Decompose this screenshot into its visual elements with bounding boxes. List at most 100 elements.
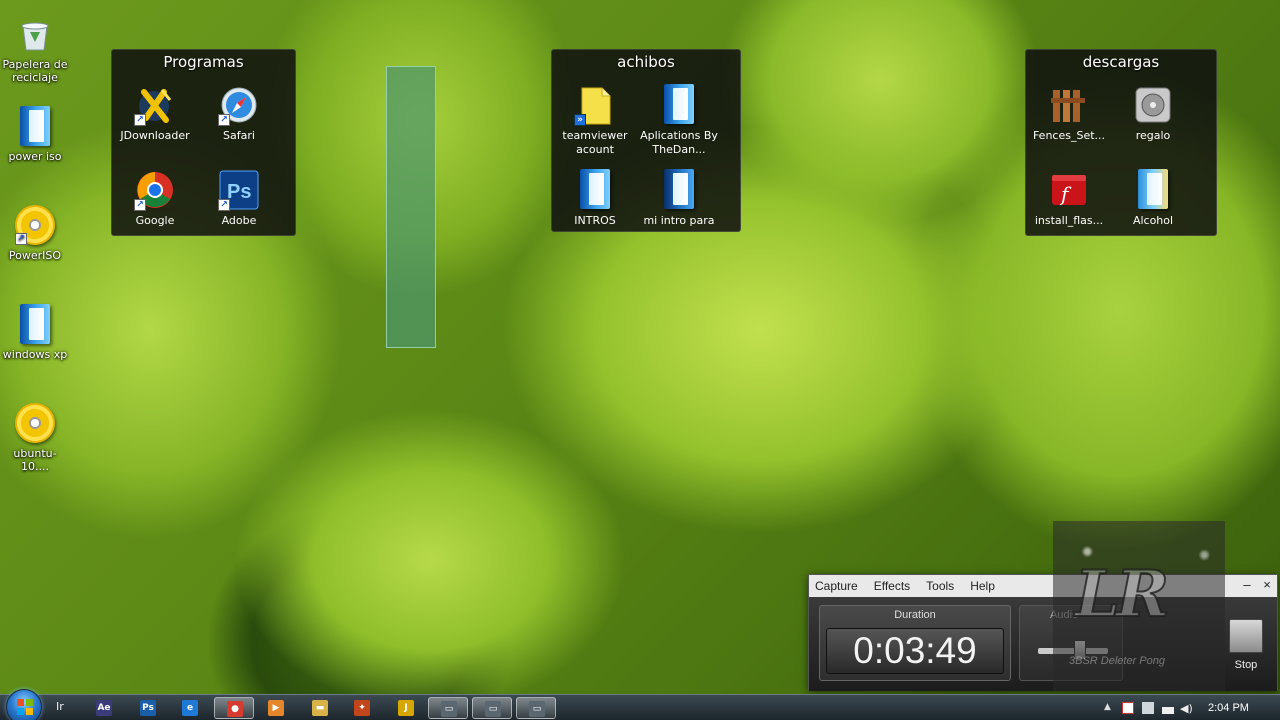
audio-label: Audio xyxy=(1050,609,1079,621)
fence-item-label: install_flas... xyxy=(1034,214,1104,227)
shortcut-arrow-icon: ↗ xyxy=(15,233,27,245)
fence-item-intros[interactable]: INTROS xyxy=(552,169,638,228)
fence-item-adobe[interactable]: Ps ↗ Adobe xyxy=(196,169,282,228)
desktop-icon-ubuntu[interactable]: ubuntu-10.... xyxy=(0,403,70,473)
folder-icon xyxy=(1132,169,1174,211)
clock[interactable]: 2:04 PM xyxy=(1208,702,1249,714)
fence-item-regalo[interactable]: regalo xyxy=(1110,84,1196,143)
minimize-button[interactable]: – xyxy=(1239,577,1255,593)
volume-icon[interactable]: ◀) xyxy=(1180,702,1193,715)
desktop-icon-label: ubuntu-10.... xyxy=(13,447,57,473)
menu-help[interactable]: Help xyxy=(970,579,995,593)
fence-descargas[interactable]: descargas Fences_Set... regalo f install… xyxy=(1025,49,1217,236)
chrome-icon: ↗ xyxy=(134,169,176,211)
desktop-icon-power-iso[interactable]: power iso xyxy=(0,106,70,163)
media-player-icon: ▶ xyxy=(268,700,284,716)
cd-icon xyxy=(15,403,55,443)
folder-icon xyxy=(658,169,700,211)
recycle-bin-icon xyxy=(15,14,55,54)
fence-item-install-flash[interactable]: f install_flas... xyxy=(1026,169,1112,228)
start-button[interactable] xyxy=(6,689,42,720)
svg-text:Ps: Ps xyxy=(227,181,251,203)
fence-title[interactable]: descargas xyxy=(1026,50,1216,76)
fence-title[interactable]: Programas xyxy=(112,50,295,76)
audio-panel: Audio xyxy=(1019,605,1123,681)
desktop-icon-label: power iso xyxy=(8,150,62,163)
fence-item-label: Aplications By TheDan... xyxy=(640,129,718,156)
desktop-icon-windows-xp[interactable]: windows xp xyxy=(0,304,70,361)
flag-icon[interactable] xyxy=(1122,702,1134,714)
menu-tools[interactable]: Tools xyxy=(926,579,954,593)
taskbar-button-window-3[interactable]: ▭ xyxy=(516,697,556,719)
folder-icon xyxy=(15,304,55,344)
fence-item-aplications[interactable]: Aplications By TheDan... xyxy=(636,84,722,157)
window-3-icon: ▭ xyxy=(529,701,545,717)
fence-item-fences-setup[interactable]: Fences_Set... xyxy=(1026,84,1112,143)
taskbar-button-jdownloader[interactable]: J xyxy=(386,697,426,719)
system-tray: ▲ ◀) 2:04 PM xyxy=(1100,695,1280,720)
cd-icon: ↗ xyxy=(15,205,55,245)
photoshop-icon: Ps xyxy=(140,700,156,716)
mail-icon[interactable] xyxy=(1142,702,1154,714)
fence-item-teamviewer[interactable]: » teamviewer acount xyxy=(552,84,638,157)
taskbar-search-text[interactable]: Ir xyxy=(56,700,64,713)
fence-item-mi-intro[interactable]: mi intro para xyxy=(636,169,722,228)
explorer-icon: ▬ xyxy=(312,700,328,716)
disk-image-icon xyxy=(1132,84,1174,126)
jdownloader-icon: ↗ xyxy=(134,84,176,126)
window-1-icon: ▭ xyxy=(441,701,457,717)
shortcut-arrow-icon: ↗ xyxy=(134,199,146,211)
after-effects-icon: Ae xyxy=(96,700,112,716)
fence-title[interactable]: achibos xyxy=(552,50,740,76)
stop-button[interactable] xyxy=(1229,619,1263,653)
fence-item-label: JDownloader xyxy=(120,129,190,142)
fence-programas[interactable]: Programas ↗ JDownloader ↗ Safari ↗ Googl… xyxy=(111,49,296,236)
window-2-icon: ▭ xyxy=(485,701,501,717)
file-icon: » xyxy=(574,84,616,126)
shortcut-arrow-icon: ↗ xyxy=(218,199,230,211)
fence-item-jdownloader[interactable]: ↗ JDownloader xyxy=(112,84,198,143)
fence-item-label: INTROS xyxy=(574,214,616,227)
menu-capture[interactable]: Capture xyxy=(815,579,858,593)
photoshop-icon: Ps ↗ xyxy=(218,169,260,211)
selection-rectangle xyxy=(386,66,436,348)
taskbar-button-window-2[interactable]: ▭ xyxy=(472,697,512,719)
desktop-icon-recycle-bin[interactable]: Papelera de reciclaje xyxy=(0,14,70,84)
desktop-icon-poweriso[interactable]: ↗ PowerISO xyxy=(0,205,70,262)
duration-panel: Duration 0:03:49 xyxy=(819,605,1011,681)
taskbar-button-after-effects[interactable]: Ae xyxy=(84,697,124,719)
fence-item-safari[interactable]: ↗ Safari xyxy=(196,84,282,143)
desktop-icon-label: PowerISO xyxy=(8,249,62,262)
chrome-icon: ● xyxy=(227,701,243,717)
chevron-up-icon[interactable]: ▲ xyxy=(1104,702,1116,714)
taskbar: Ir Ae Ps e ● ▶ ▬ ✦ J ▭ ▭ ▭ ▲ ◀) 2:04 PM xyxy=(0,689,1280,720)
safari-icon: ↗ xyxy=(218,84,260,126)
close-button[interactable]: × xyxy=(1259,577,1275,593)
fence-item-label: teamviewer acount xyxy=(562,129,628,156)
screen-recorder-window[interactable]: Capture Effects Tools Help – × Duration … xyxy=(808,574,1278,691)
taskbar-button-chrome[interactable]: ● xyxy=(214,697,254,719)
fence-item-google[interactable]: ↗ Google xyxy=(112,169,198,228)
folder-icon xyxy=(15,106,55,146)
fence-item-label: Google xyxy=(135,214,175,227)
stop-label[interactable]: Stop xyxy=(1223,659,1269,671)
shortcut-arrow-icon: ↗ xyxy=(134,114,146,126)
taskbar-button-photoshop[interactable]: Ps xyxy=(128,697,168,719)
recorder-menu-bar: Capture Effects Tools Help – × xyxy=(809,575,1277,597)
flash-installer-icon: f xyxy=(1048,169,1090,211)
audio-slider-track[interactable] xyxy=(1038,648,1108,654)
fence-item-alcohol[interactable]: Alcohol xyxy=(1110,169,1196,228)
taskbar-button-app-red[interactable]: ✦ xyxy=(342,697,382,719)
folder-icon xyxy=(658,84,700,126)
taskbar-button-window-1[interactable]: ▭ xyxy=(428,697,468,719)
menu-effects[interactable]: Effects xyxy=(874,579,910,593)
folder-icon xyxy=(574,169,616,211)
network-icon[interactable] xyxy=(1162,702,1174,714)
fence-item-label: Fences_Set... xyxy=(1032,129,1106,142)
fence-item-label: Alcohol xyxy=(1132,214,1174,227)
audio-slider-thumb[interactable] xyxy=(1074,640,1086,660)
fence-achibos[interactable]: achibos » teamviewer acount Aplications … xyxy=(551,49,741,232)
taskbar-button-media-player[interactable]: ▶ xyxy=(256,697,296,719)
taskbar-button-internet-explorer[interactable]: e xyxy=(170,697,210,719)
taskbar-button-explorer[interactable]: ▬ xyxy=(300,697,340,719)
